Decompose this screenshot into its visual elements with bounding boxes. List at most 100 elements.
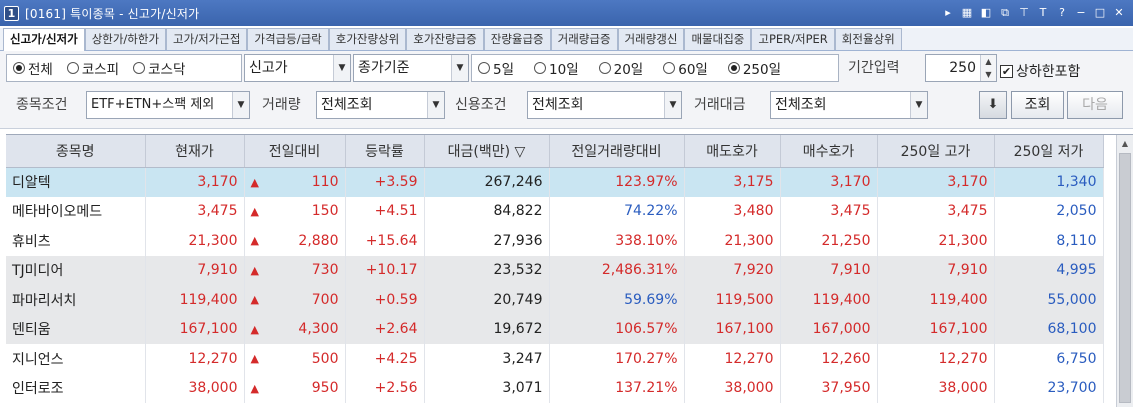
- col-header-price[interactable]: 현재가: [145, 135, 245, 168]
- table-row[interactable]: 디알텍 3,170 ▲ 110 +3.59 267,246 123.97% 3,175 3,17…: [6, 167, 1104, 197]
- include-limit-checkbox[interactable]: ✔ 상하한포함: [1000, 61, 1080, 81]
- tab-new-high-low[interactable]: 신고가/신저가: [3, 28, 85, 51]
- table-row[interactable]: 메타바이오메드 3,475 ▲ 150 +4.51 84,822 74.22% 3,480 3,…: [6, 196, 1104, 226]
- credit-label: 신용조건: [455, 97, 507, 113]
- market-radio-kosdaq[interactable]: 코스닥: [133, 58, 185, 78]
- radio-unchecked-icon: [598, 62, 611, 74]
- stock-name-cell: TJ미디어: [6, 255, 146, 285]
- stock-name-cell: 휴비츠: [6, 226, 146, 256]
- tab-price-surge[interactable]: 가격급등/급락: [247, 28, 329, 50]
- copy-icon[interactable]: ⧉: [997, 4, 1013, 21]
- high-250-cell: 38,000: [877, 373, 995, 403]
- market-radio-all[interactable]: 전체: [13, 58, 53, 78]
- period-input[interactable]: 250 ▲ ▼: [925, 54, 997, 82]
- col-header-ask[interactable]: 매도호가: [684, 135, 781, 168]
- col-header-rate[interactable]: 등락률: [345, 135, 425, 168]
- col-header-volume-ratio[interactable]: 전일거래량대비: [549, 135, 685, 168]
- price-cell: 3,170: [145, 167, 245, 197]
- volume-select[interactable]: 전체조회 ▼: [316, 91, 445, 119]
- table-row[interactable]: 파마리서치 119,400 ▲ 700 +0.59 20,749 59.69% 119,500…: [6, 285, 1104, 315]
- grid-icon[interactable]: ▦: [959, 4, 975, 21]
- price-cell: 3,475: [145, 196, 245, 226]
- price-cell: 12,270: [145, 344, 245, 374]
- amount-select[interactable]: 전체조회 ▼: [770, 91, 928, 119]
- bid-cell: 7,910: [780, 255, 878, 285]
- tab-supply-concentration[interactable]: 매물대집중: [684, 28, 752, 50]
- rate-cell: +2.64: [345, 314, 425, 344]
- maximize-icon[interactable]: □: [1092, 4, 1108, 21]
- ask-cell: 38,000: [684, 373, 781, 403]
- tab-volume-renewal[interactable]: 거래량갱신: [617, 28, 685, 50]
- ask-cell: 7,920: [684, 255, 781, 285]
- col-header-250-low[interactable]: 250일 저가: [994, 135, 1104, 168]
- change-cell: ▲ 700: [244, 285, 346, 315]
- rate-cell: +15.64: [345, 226, 425, 256]
- download-settings-icon[interactable]: ⬇: [979, 91, 1007, 119]
- split-icon[interactable]: ◧: [978, 4, 994, 21]
- stock-name-cell: 지니언스: [6, 344, 146, 374]
- change-cell: ▲ 150: [244, 196, 346, 226]
- tab-per[interactable]: 고PER/저PER: [751, 28, 835, 50]
- chevron-down-icon: ▼: [427, 92, 444, 118]
- col-header-amount[interactable]: 대금(백만) ▽: [424, 135, 550, 168]
- tab-upper-lower-limit[interactable]: 상한가/하한가: [84, 28, 167, 50]
- scroll-thumb[interactable]: [1119, 153, 1131, 403]
- change-cell: ▲ 730: [244, 255, 346, 285]
- amount-label: 거래대금: [694, 97, 746, 113]
- up-triangle-icon: ▲: [250, 381, 259, 395]
- type-select[interactable]: 신고가 ▼: [244, 54, 351, 82]
- bid-cell: 119,400: [780, 285, 878, 315]
- change-cell: ▲ 110: [244, 167, 346, 197]
- scroll-up-icon[interactable]: ▲: [1117, 135, 1133, 152]
- chevron-down-icon: ▼: [910, 92, 927, 118]
- low-250-cell: 6,750: [994, 344, 1104, 374]
- high-250-cell: 7,910: [877, 255, 995, 285]
- tab-balance-rate-surge[interactable]: 잔량율급증: [483, 28, 551, 50]
- table-row[interactable]: 인터로조 38,000 ▲ 950 +2.56 3,071 137.21% 38,000 37,…: [6, 373, 1104, 403]
- minimize-icon[interactable]: −: [1073, 4, 1089, 21]
- period-radio-5[interactable]: 5일: [478, 58, 514, 78]
- price-basis-select[interactable]: 종가기준 ▼: [353, 54, 469, 82]
- table-row[interactable]: 덴티움 167,100 ▲ 4,300 +2.64 19,672 106.57% 167,10…: [6, 314, 1104, 344]
- up-triangle-icon: ▲: [250, 352, 259, 365]
- table-row[interactable]: TJ미디어 7,910 ▲ 730 +10.17 23,532 2,486.31% 7,920…: [6, 255, 1104, 285]
- spinner-arrows-icon[interactable]: ▲ ▼: [980, 55, 996, 81]
- tab-turnover-top[interactable]: 회전율상위: [834, 28, 902, 50]
- next-button[interactable]: 다음: [1067, 91, 1123, 119]
- period-radio-60[interactable]: 60일: [663, 58, 708, 78]
- stock-condition-select[interactable]: ETF+ETN+스팩 제외 ▼: [86, 91, 250, 119]
- tab-order-balance-surge[interactable]: 호가잔량급증: [406, 28, 484, 50]
- chevron-down-icon: ▼: [333, 55, 350, 81]
- rate-cell: +10.17: [345, 255, 425, 285]
- chevron-down-icon: ▼: [232, 92, 249, 118]
- high-250-cell: 3,475: [877, 196, 995, 226]
- credit-select[interactable]: 전체조회 ▼: [527, 91, 682, 119]
- volume-ratio-cell: 2,486.31%: [549, 255, 685, 285]
- high-250-cell: 167,100: [877, 314, 995, 344]
- up-triangle-icon: ▲: [250, 293, 259, 306]
- next-arrow-icon[interactable]: ▸: [940, 4, 956, 21]
- ask-cell: 21,300: [684, 226, 781, 256]
- low-250-cell: 8,110: [994, 226, 1104, 256]
- col-header-change[interactable]: 전일대비: [244, 135, 346, 168]
- table-row[interactable]: 휴비츠 21,300 ▲ 2,880 +15.64 27,936 338.10% 21,300…: [6, 226, 1104, 256]
- market-radio-kospi[interactable]: 코스피: [66, 58, 119, 78]
- col-header-bid[interactable]: 매수호가: [780, 135, 878, 168]
- col-header-name[interactable]: 종목명: [6, 135, 146, 168]
- col-header-250-high[interactable]: 250일 고가: [877, 135, 995, 168]
- font-icon[interactable]: T: [1035, 4, 1051, 21]
- period-radio-20[interactable]: 20일: [598, 58, 643, 78]
- search-button[interactable]: 조회: [1011, 91, 1064, 119]
- close-icon[interactable]: ✕: [1111, 4, 1127, 21]
- pin-icon[interactable]: ⊤: [1016, 4, 1032, 21]
- vertical-scrollbar[interactable]: ▲: [1116, 135, 1133, 407]
- tab-volume-surge[interactable]: 거래량급증: [550, 28, 618, 50]
- period-radio-250[interactable]: 250일: [727, 58, 781, 78]
- rate-cell: +4.25: [345, 344, 425, 374]
- tab-near-high-low[interactable]: 고가/저가근접: [166, 28, 248, 50]
- volume-ratio-cell: 59.69%: [549, 285, 685, 315]
- period-radio-10[interactable]: 10일: [534, 58, 579, 78]
- help-icon[interactable]: ?: [1054, 4, 1070, 21]
- table-row[interactable]: 지니언스 12,270 ▲ 500 +4.25 3,247 170.27% 12,270 12,…: [6, 344, 1104, 374]
- tab-order-balance-top[interactable]: 호가잔량상위: [328, 28, 407, 50]
